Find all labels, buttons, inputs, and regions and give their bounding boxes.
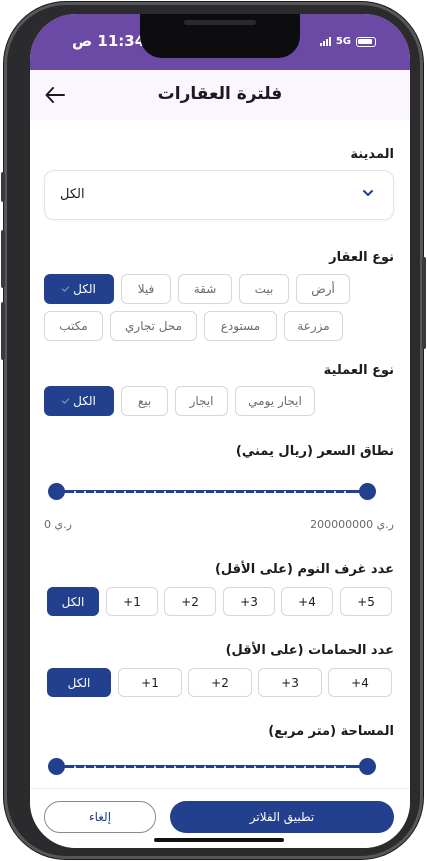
city-select-value: الكل xyxy=(60,187,85,202)
option-label: 2+ xyxy=(211,675,229,690)
phone-frame: 11:34 ص 5G فلترة العقارات المدينة الكل ن… xyxy=(1,2,426,859)
area-range-slider[interactable] xyxy=(48,756,376,776)
property-type-chip-shop[interactable]: محل تجاري xyxy=(110,311,197,341)
option-label: 3+ xyxy=(240,594,258,609)
area-min-thumb[interactable] xyxy=(48,758,65,775)
chip-label: ايجار xyxy=(189,394,214,408)
bathrooms-option-2[interactable]: 2+ xyxy=(188,668,252,697)
power-button xyxy=(422,257,426,349)
cancel-button[interactable]: إلغاء xyxy=(44,801,156,833)
bedrooms-option-4[interactable]: 4+ xyxy=(281,587,333,616)
volume-up-button xyxy=(1,230,5,288)
chevron-down-icon xyxy=(363,190,373,196)
check-icon xyxy=(61,284,70,292)
area-max-thumb[interactable] xyxy=(359,758,376,775)
mute-switch xyxy=(1,172,5,202)
speaker-grille xyxy=(184,20,256,25)
screen: 11:34 ص 5G فلترة العقارات المدينة الكل ن… xyxy=(30,14,410,848)
status-icons: 5G xyxy=(319,36,376,47)
property-type-label: نوع العقار xyxy=(329,250,394,265)
price-max-value: ر.ي 200000000 xyxy=(310,518,394,531)
option-label: الكل xyxy=(61,594,85,609)
property-type-chip-house[interactable]: بيت xyxy=(239,274,289,304)
property-type-chip-office[interactable]: مكتب xyxy=(44,311,103,341)
option-label: 4+ xyxy=(351,675,369,690)
app-header: فلترة العقارات xyxy=(30,70,410,120)
bathrooms-label: عدد الحمامات (على الأقل) xyxy=(225,643,394,658)
bedrooms-option-5[interactable]: 5+ xyxy=(340,587,392,616)
option-label: 4+ xyxy=(298,594,316,609)
property-type-chip-all[interactable]: الكل xyxy=(44,274,114,304)
battery-icon xyxy=(356,36,376,47)
slider-ticks xyxy=(70,765,354,768)
city-label: المدينة xyxy=(350,147,394,162)
check-icon xyxy=(61,396,70,404)
price-range-label: نطاق السعر (ريال يمني) xyxy=(235,444,394,459)
property-type-chip-farm[interactable]: مزرعة xyxy=(284,311,343,341)
price-min-thumb[interactable] xyxy=(48,483,65,500)
city-select[interactable]: الكل xyxy=(44,170,394,220)
slider-ticks xyxy=(70,490,354,493)
chip-label: مكتب xyxy=(59,319,88,333)
bedrooms-option-2[interactable]: 2+ xyxy=(164,587,216,616)
chip-label: أرض xyxy=(311,282,335,296)
chip-label: مزرعة xyxy=(297,319,330,333)
notch xyxy=(140,14,300,58)
volume-down-button xyxy=(1,302,5,360)
operation-chip-daily-rent[interactable]: ايجار يومي xyxy=(235,386,315,416)
area-label: المساحة (متر مربع) xyxy=(268,724,394,739)
status-time: 11:34 ص xyxy=(72,32,146,50)
operation-chip-sale[interactable]: بيع xyxy=(121,386,168,416)
status-bar: 11:34 ص 5G xyxy=(30,14,410,70)
chip-label: الكل xyxy=(73,282,96,296)
bedrooms-label: عدد غرف النوم (على الأقل) xyxy=(214,562,394,577)
price-range-slider[interactable] xyxy=(48,481,376,501)
property-type-chip-apartment[interactable]: شقة xyxy=(178,274,232,304)
chip-label: شقة xyxy=(193,282,217,296)
bathrooms-option-1[interactable]: 1+ xyxy=(118,668,182,697)
bedrooms-option-3[interactable]: 3+ xyxy=(223,587,275,616)
bathrooms-option-3[interactable]: 3+ xyxy=(258,668,322,697)
chip-label: محل تجاري xyxy=(125,319,183,333)
home-indicator xyxy=(154,838,284,842)
operation-chip-rent[interactable]: ايجار xyxy=(175,386,228,416)
option-label: 5+ xyxy=(357,594,375,609)
price-max-thumb[interactable] xyxy=(359,483,376,500)
operation-chip-all[interactable]: الكل xyxy=(44,386,114,416)
option-label: 1+ xyxy=(123,594,141,609)
bedrooms-option-1[interactable]: 1+ xyxy=(106,587,158,616)
option-label: الكل xyxy=(67,675,91,690)
option-label: 3+ xyxy=(281,675,299,690)
signal-icon xyxy=(319,37,331,46)
bathrooms-option-4[interactable]: 4+ xyxy=(328,668,392,697)
property-type-chip-villa[interactable]: فيلا xyxy=(121,274,171,304)
bedrooms-option-all[interactable]: الكل xyxy=(47,587,99,616)
chip-label: مستودع xyxy=(220,319,261,333)
action-footer: إلغاء تطبيق الفلاتر xyxy=(30,788,410,848)
chip-label: فيلا xyxy=(137,282,155,296)
apply-filters-button[interactable]: تطبيق الفلاتر xyxy=(170,801,394,833)
chip-label: بيت xyxy=(254,282,274,296)
back-button[interactable] xyxy=(42,82,68,108)
property-type-chip-land[interactable]: أرض xyxy=(296,274,350,304)
property-type-chip-warehouse[interactable]: مستودع xyxy=(204,311,277,341)
option-label: 2+ xyxy=(181,594,199,609)
price-min-value: ر.ي 0 xyxy=(44,518,72,531)
chip-label: الكل xyxy=(73,394,96,408)
page-title: فلترة العقارات xyxy=(157,84,283,104)
chip-label: ايجار يومي xyxy=(248,394,302,408)
operation-type-label: نوع العملية xyxy=(323,363,394,378)
arrow-left-icon xyxy=(45,87,65,103)
chip-label: بيع xyxy=(137,394,152,408)
option-label: 1+ xyxy=(141,675,159,690)
network-label: 5G xyxy=(335,36,351,47)
bathrooms-option-all[interactable]: الكل xyxy=(47,668,111,697)
